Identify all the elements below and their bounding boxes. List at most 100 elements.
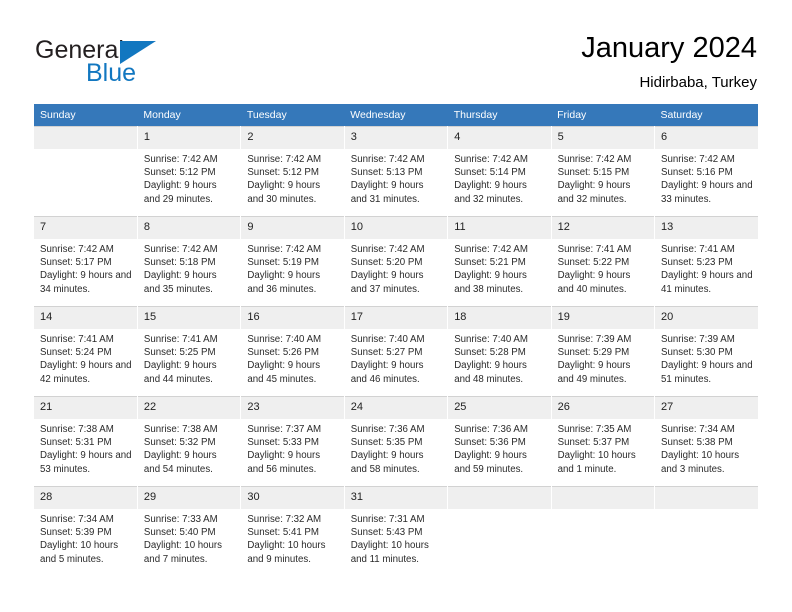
day-number: 17 <box>344 307 448 329</box>
calendar-day-cell[interactable]: 4 Sunrise: 7:42 AM Sunset: 5:14 PM Daylight… <box>447 126 552 217</box>
sunrise-text: Sunrise: 7:42 AM <box>143 154 218 165</box>
weekday-header-monday: Monday <box>137 104 241 127</box>
day-details: Sunrise: 7:42 AM Sunset: 5:21 PM Daylight:… <box>448 239 550 296</box>
daylight-text: Daylight: 9 hours and 49 minutes. <box>557 360 631 385</box>
day-details: Sunrise: 7:34 AM Sunset: 5:38 PM Daylight:… <box>655 419 758 476</box>
calendar-day-cell[interactable]: 2 Sunrise: 7:42 AM Sunset: 5:12 PM Daylight… <box>240 126 345 217</box>
sunset-text: Sunset: 5:32 PM <box>143 437 216 449</box>
calendar-day-cell[interactable]: 18 Sunrise: 7:40 AM Sunset: 5:28 PM Dayligh… <box>447 306 552 397</box>
day-details: Sunrise: 7:40 AM Sunset: 5:28 PM Daylight:… <box>448 329 550 386</box>
daylight-text: Daylight: 9 hours and 34 minutes. <box>40 270 132 295</box>
day-number <box>448 487 551 509</box>
daylight-text: Daylight: 9 hours and 45 minutes. <box>247 360 321 385</box>
day-details: Sunrise: 7:41 AM Sunset: 5:22 PM Daylight:… <box>552 239 654 296</box>
calendar-day-cell[interactable]: 14 Sunrise: 7:41 AM Sunset: 5:24 PM Dayligh… <box>34 306 138 397</box>
calendar-day-cell[interactable]: 26 Sunrise: 7:35 AM Sunset: 5:37 PM Dayligh… <box>550 396 656 487</box>
calendar-day-cell[interactable]: 3 Sunrise: 7:42 AM Sunset: 5:13 PM Daylight… <box>343 126 449 217</box>
day-number <box>34 127 137 149</box>
calendar-day-cell[interactable]: 5 Sunrise: 7:42 AM Sunset: 5:15 PM Daylight… <box>550 126 656 217</box>
calendar-day-cell[interactable]: 19 Sunrise: 7:39 AM Sunset: 5:29 PM Dayligh… <box>550 306 656 397</box>
weekday-header-tuesday: Tuesday <box>240 104 345 127</box>
daylight-text: Daylight: 9 hours and 41 minutes. <box>661 270 753 295</box>
sunset-text: Sunset: 5:19 PM <box>247 257 319 269</box>
calendar-day-cell[interactable]: 16 Sunrise: 7:40 AM Sunset: 5:26 PM Dayligh… <box>240 306 345 397</box>
sunrise-text: Sunrise: 7:31 AM <box>350 514 425 525</box>
sunset-text: Sunset: 5:18 PM <box>143 257 216 269</box>
calendar-day-cell[interactable]: 1 Sunrise: 7:42 AM Sunset: 5:12 PM Daylight… <box>136 126 242 217</box>
sunrise-text: Sunrise: 7:42 AM <box>350 154 425 165</box>
sunrise-text: Sunrise: 7:36 AM <box>350 424 425 435</box>
calendar-day-cell[interactable]: 17 Sunrise: 7:40 AM Sunset: 5:27 PM Dayligh… <box>343 306 449 397</box>
day-number: 16 <box>241 307 344 329</box>
day-details: Sunrise: 7:32 AM Sunset: 5:41 PM Daylight:… <box>241 509 343 566</box>
day-details: Sunrise: 7:42 AM Sunset: 5:12 PM Daylight:… <box>138 149 240 206</box>
calendar-day-cell[interactable]: 13 Sunrise: 7:41 AM Sunset: 5:23 PM Dayligh… <box>654 216 758 307</box>
day-number: 6 <box>655 127 758 149</box>
day-number: 10 <box>344 217 448 239</box>
sunrise-text: Sunrise: 7:39 AM <box>661 334 735 345</box>
calendar-day-cell[interactable]: 7 Sunrise: 7:42 AM Sunset: 5:17 PM Daylight… <box>34 216 138 307</box>
calendar-day-cell[interactable]: 30 Sunrise: 7:32 AM Sunset: 5:41 PM Dayligh… <box>240 486 345 576</box>
sunset-text: Sunset: 5:13 PM <box>350 167 423 179</box>
day-details: Sunrise: 7:36 AM Sunset: 5:36 PM Daylight:… <box>448 419 550 476</box>
sunset-text: Sunset: 5:30 PM <box>661 347 733 359</box>
sunset-text: Sunset: 5:16 PM <box>661 167 733 179</box>
day-details: Sunrise: 7:37 AM Sunset: 5:33 PM Daylight:… <box>241 419 343 476</box>
daylight-text: Daylight: 9 hours and 53 minutes. <box>40 450 132 475</box>
sunset-text: Sunset: 5:38 PM <box>661 437 733 449</box>
day-number: 7 <box>34 217 137 239</box>
calendar-day-cell[interactable]: 25 Sunrise: 7:36 AM Sunset: 5:36 PM Dayligh… <box>447 396 552 487</box>
sunset-text: Sunset: 5:31 PM <box>40 437 112 449</box>
day-number: 29 <box>137 487 241 509</box>
sunrise-text: Sunrise: 7:33 AM <box>143 514 218 525</box>
day-number: 3 <box>344 127 448 149</box>
calendar-day-cell[interactable]: 21 Sunrise: 7:38 AM Sunset: 5:31 PM Dayligh… <box>34 396 138 487</box>
day-number: 5 <box>551 127 655 149</box>
brand-logo[interactable]: General Blue <box>35 36 235 87</box>
sunset-text: Sunset: 5:21 PM <box>454 257 526 269</box>
calendar-day-cell[interactable]: 23 Sunrise: 7:37 AM Sunset: 5:33 PM Dayligh… <box>240 396 345 487</box>
sunrise-text: Sunrise: 7:42 AM <box>143 244 218 255</box>
sunset-text: Sunset: 5:40 PM <box>143 527 216 539</box>
calendar-week-row: 28 Sunrise: 7:34 AM Sunset: 5:39 PM Dayligh… <box>34 486 758 576</box>
calendar-day-cell[interactable]: 31 Sunrise: 7:31 AM Sunset: 5:43 PM Dayligh… <box>343 486 449 576</box>
calendar-day-cell[interactable]: 24 Sunrise: 7:36 AM Sunset: 5:35 PM Dayligh… <box>343 396 449 487</box>
day-number: 21 <box>34 397 137 419</box>
day-number: 15 <box>137 307 241 329</box>
calendar-day-cell[interactable]: 12 Sunrise: 7:41 AM Sunset: 5:22 PM Dayligh… <box>550 216 656 307</box>
calendar-day-cell[interactable]: 6 Sunrise: 7:42 AM Sunset: 5:16 PM Daylight… <box>654 126 758 217</box>
sunset-text: Sunset: 5:41 PM <box>247 527 319 539</box>
calendar-day-cell[interactable]: 8 Sunrise: 7:42 AM Sunset: 5:18 PM Daylight… <box>136 216 242 307</box>
daylight-text: Daylight: 9 hours and 29 minutes. <box>143 180 217 205</box>
sunrise-text: Sunrise: 7:38 AM <box>143 424 218 435</box>
title-block: January 2024 Hidirbaba, Turkey <box>581 30 757 94</box>
sunrise-text: Sunrise: 7:36 AM <box>454 424 528 435</box>
calendar-day-cell[interactable]: 27 Sunrise: 7:34 AM Sunset: 5:38 PM Dayligh… <box>654 396 758 487</box>
daylight-text: Daylight: 9 hours and 32 minutes. <box>454 180 527 205</box>
calendar-cell-empty <box>447 486 552 576</box>
weekday-header-wednesday: Wednesday <box>344 104 448 127</box>
calendar-day-cell[interactable]: 22 Sunrise: 7:38 AM Sunset: 5:32 PM Dayligh… <box>136 396 242 487</box>
sunrise-text: Sunrise: 7:42 AM <box>454 244 528 255</box>
calendar-day-cell[interactable]: 9 Sunrise: 7:42 AM Sunset: 5:19 PM Daylight… <box>240 216 345 307</box>
day-number: 12 <box>551 217 655 239</box>
day-details: Sunrise: 7:40 AM Sunset: 5:26 PM Daylight:… <box>241 329 343 386</box>
daylight-text: Daylight: 9 hours and 36 minutes. <box>247 270 321 295</box>
day-number: 24 <box>344 397 448 419</box>
daylight-text: Daylight: 9 hours and 54 minutes. <box>143 450 217 475</box>
calendar-header-row: Sunday Monday Tuesday Wednesday Thursday Frid… <box>34 104 758 127</box>
calendar-day-cell[interactable]: 15 Sunrise: 7:41 AM Sunset: 5:25 PM Dayligh… <box>136 306 242 397</box>
calendar-day-cell[interactable]: 29 Sunrise: 7:33 AM Sunset: 5:40 PM Dayligh… <box>136 486 242 576</box>
sunrise-text: Sunrise: 7:42 AM <box>661 154 735 165</box>
day-number <box>551 487 655 509</box>
sunrise-text: Sunrise: 7:41 AM <box>40 334 114 345</box>
day-details: Sunrise: 7:40 AM Sunset: 5:27 PM Daylight:… <box>345 329 447 386</box>
calendar-day-cell[interactable]: 11 Sunrise: 7:42 AM Sunset: 5:21 PM Dayligh… <box>447 216 552 307</box>
day-details: Sunrise: 7:34 AM Sunset: 5:39 PM Daylight:… <box>34 509 137 566</box>
day-details: Sunrise: 7:36 AM Sunset: 5:35 PM Daylight:… <box>345 419 447 476</box>
day-details: Sunrise: 7:38 AM Sunset: 5:31 PM Daylight:… <box>34 419 137 476</box>
calendar-body: 1 Sunrise: 7:42 AM Sunset: 5:12 PM Daylight… <box>34 126 758 576</box>
calendar-day-cell[interactable]: 10 Sunrise: 7:42 AM Sunset: 5:20 PM Dayligh… <box>343 216 449 307</box>
calendar-day-cell[interactable]: 28 Sunrise: 7:34 AM Sunset: 5:39 PM Dayligh… <box>34 486 138 576</box>
calendar-day-cell[interactable]: 20 Sunrise: 7:39 AM Sunset: 5:30 PM Dayligh… <box>654 306 758 397</box>
